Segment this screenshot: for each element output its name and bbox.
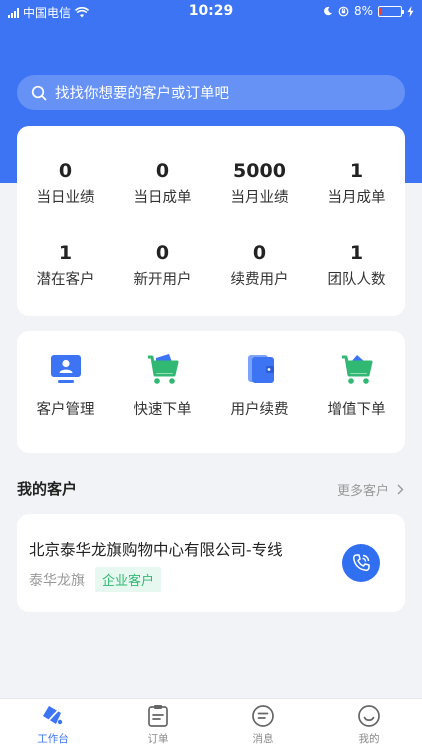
stat-value: 0 bbox=[155, 160, 170, 182]
stat-value: 1 bbox=[58, 242, 73, 264]
tab-label: 消息 bbox=[252, 733, 274, 745]
status-right: 8% bbox=[323, 4, 414, 18]
shortcut-label: 客户管理 bbox=[36, 402, 95, 418]
tab-bar: 工作台 订单 消息 我的 bbox=[0, 698, 422, 750]
stat-item[interactable]: 0 当日成单 bbox=[114, 159, 211, 207]
stat-value: 5000 bbox=[233, 160, 286, 182]
customer-type-badge: 企业客户 bbox=[95, 567, 162, 592]
search-placeholder: 找找你想要的客户或订单吧 bbox=[55, 86, 229, 102]
stat-item[interactable]: 0 当日业绩 bbox=[17, 159, 114, 207]
stat-item[interactable]: 0 新开用户 bbox=[114, 241, 211, 289]
more-customers-link[interactable]: 更多客户 bbox=[337, 480, 404, 499]
stat-value: 0 bbox=[252, 242, 267, 264]
stat-item[interactable]: 1 当月成单 bbox=[308, 159, 405, 207]
customer-name: 北京泰华龙旗购物中心有限公司-专线 bbox=[29, 541, 283, 559]
cart-plus-icon bbox=[341, 355, 372, 384]
workbench-icon bbox=[43, 706, 63, 726]
more-customers-label: 更多客户 bbox=[336, 484, 389, 499]
stat-item[interactable]: 1 团队人数 bbox=[308, 241, 405, 289]
message-icon bbox=[252, 705, 274, 727]
shortcut-label: 快速下单 bbox=[133, 402, 192, 418]
stat-label: 团队人数 bbox=[327, 272, 386, 288]
shortcut-quick-order[interactable]: 快速下单 bbox=[114, 351, 211, 419]
order-icon bbox=[148, 705, 168, 727]
tab-label: 工作台 bbox=[37, 733, 69, 745]
search-bar[interactable]: 找找你想要的客户或订单吧 bbox=[17, 75, 405, 110]
phone-icon bbox=[352, 554, 370, 572]
stat-label: 新开用户 bbox=[133, 272, 192, 288]
stat-item[interactable]: 1 潜在客户 bbox=[17, 241, 114, 289]
charging-icon bbox=[407, 5, 414, 17]
stat-label: 潜在客户 bbox=[36, 272, 95, 288]
tab-workbench[interactable]: 工作台 bbox=[13, 703, 93, 746]
search-icon bbox=[31, 85, 47, 100]
stat-label: 当月业绩 bbox=[230, 190, 289, 206]
cart-icon bbox=[147, 354, 178, 384]
shortcut-value-added-order[interactable]: 增值下单 bbox=[308, 351, 405, 419]
shortcut-label: 增值下单 bbox=[327, 402, 386, 418]
call-button[interactable] bbox=[342, 544, 380, 582]
moon-icon bbox=[324, 6, 332, 16]
customer-card[interactable]: 北京泰华龙旗购物中心有限公司-专线 泰华龙旗 企业客户 bbox=[17, 514, 405, 612]
tab-orders[interactable]: 订单 bbox=[118, 703, 198, 746]
monitor-user-icon bbox=[50, 355, 81, 383]
stat-label: 当月成单 bbox=[327, 190, 386, 206]
customer-short-name: 泰华龙旗 bbox=[29, 573, 85, 589]
stat-value: 0 bbox=[58, 160, 73, 182]
profile-icon bbox=[358, 705, 380, 727]
stat-label: 当日成单 bbox=[133, 190, 192, 206]
stat-value: 1 bbox=[349, 242, 364, 264]
stat-value: 0 bbox=[155, 242, 170, 264]
wallet-icon bbox=[247, 355, 274, 383]
stat-item[interactable]: 0 续费用户 bbox=[211, 241, 308, 289]
tab-label: 订单 bbox=[147, 733, 169, 745]
tab-messages[interactable]: 消息 bbox=[223, 703, 303, 746]
stat-label: 续费用户 bbox=[230, 272, 289, 288]
stat-item[interactable]: 5000 当月业绩 bbox=[211, 159, 308, 207]
tab-profile[interactable]: 我的 bbox=[329, 703, 409, 746]
stat-label: 当日业绩 bbox=[36, 190, 95, 206]
battery-icon bbox=[378, 5, 404, 17]
stat-value: 1 bbox=[349, 160, 364, 182]
rotation-lock-icon bbox=[338, 6, 349, 16]
chevron-right-icon bbox=[397, 484, 404, 495]
shortcut-card: 客户管理 快速下单 用户续费 增值下单 bbox=[17, 331, 405, 453]
status-bar: 中国电信 10:29 8% bbox=[0, 0, 422, 24]
tab-label: 我的 bbox=[358, 733, 380, 745]
battery-level bbox=[380, 7, 382, 15]
section-title: 我的客户 bbox=[17, 480, 78, 498]
shortcut-renewal[interactable]: 用户续费 bbox=[211, 351, 308, 419]
shortcut-label: 用户续费 bbox=[230, 402, 289, 418]
battery-percent: 8% bbox=[353, 4, 373, 18]
shortcut-customer-management[interactable]: 客户管理 bbox=[17, 351, 114, 419]
stats-card: 0 当日业绩 0 当日成单 5000 当月业绩 1 当月成单 1 潜在客户 0 新开用户 0… bbox=[17, 126, 405, 316]
